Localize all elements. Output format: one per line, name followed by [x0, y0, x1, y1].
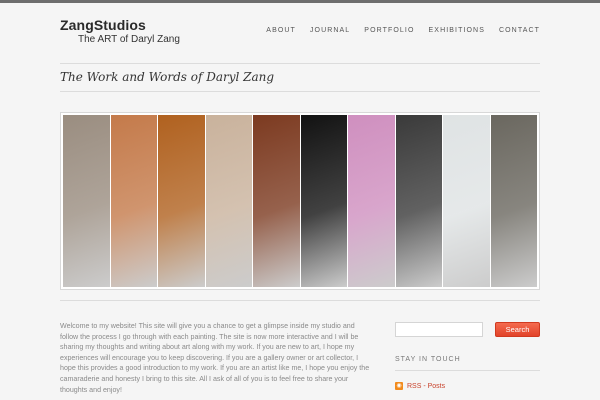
artwork-strip	[490, 115, 537, 287]
intro-text: Welcome to my website! This site will gi…	[60, 322, 370, 394]
artwork-strip	[443, 115, 490, 287]
search-button[interactable]: Search	[495, 322, 540, 337]
artwork-strip	[300, 115, 347, 287]
rss-link-label[interactable]: RSS - Posts	[407, 383, 445, 390]
divider	[60, 300, 540, 301]
logo-title: ZangStudios	[60, 17, 146, 33]
artwork-strip	[253, 115, 300, 287]
divider	[395, 370, 540, 371]
search-input[interactable]	[395, 322, 483, 337]
site-logo[interactable]: ZangStudios The ART of Daryl Zang	[60, 17, 180, 45]
artwork-banner[interactable]	[60, 112, 540, 290]
nav-portfolio[interactable]: PORTFOLIO	[364, 27, 414, 34]
artwork-strip	[63, 115, 110, 287]
nav-exhibitions[interactable]: EXHIBITIONS	[429, 27, 485, 34]
artwork-strip	[205, 115, 252, 287]
rss-posts-link[interactable]: ◉ RSS - Posts	[395, 382, 445, 390]
nav-about[interactable]: ABOUT	[266, 27, 296, 34]
artwork-strip	[395, 115, 442, 287]
logo-subtitle: The ART of Daryl Zang	[78, 34, 180, 45]
divider	[60, 63, 540, 64]
page-heading: The Work and Words of Daryl Zang	[60, 70, 275, 84]
top-bar	[0, 0, 600, 3]
main-nav: ABOUT JOURNAL PORTFOLIO EXHIBITIONS CONT…	[266, 27, 540, 34]
nav-journal[interactable]: JOURNAL	[310, 27, 350, 34]
stay-in-touch-heading: STAY IN TOUCH	[395, 356, 461, 363]
artwork-strip	[158, 115, 205, 287]
nav-contact[interactable]: CONTACT	[499, 27, 540, 34]
divider	[60, 91, 540, 92]
rss-icon: ◉	[395, 382, 403, 390]
artwork-strip	[348, 115, 395, 287]
artwork-strip	[110, 115, 157, 287]
